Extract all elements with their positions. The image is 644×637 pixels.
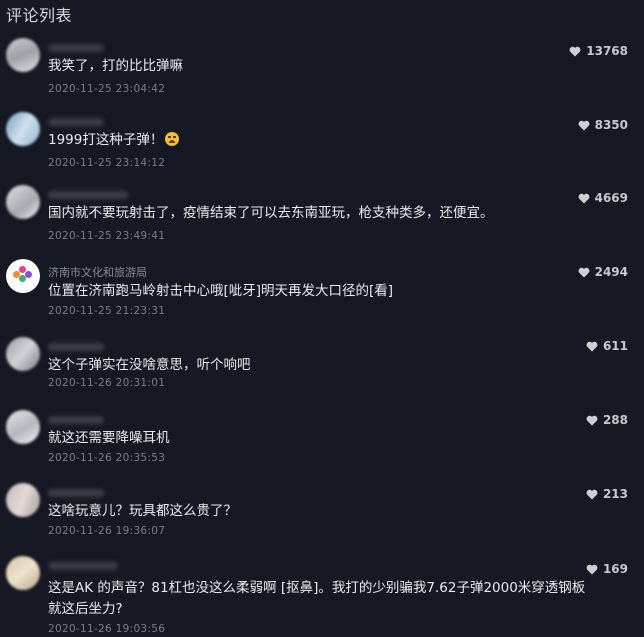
angry-emoji-icon xyxy=(165,132,180,146)
heart-icon xyxy=(569,46,581,56)
comment-item: 这啥玩意儿？玩具都这么贵了？ 2020-11-26 19:36:07 213 xyxy=(0,483,644,557)
comment-time: 2020-11-25 23:14:12 xyxy=(48,157,166,169)
comment-item: 济南市文化和旅游局 位置在济南跑马岭射击中心哦[呲牙]明天再发大口径的[看] 2… xyxy=(0,259,644,333)
comment-username[interactable] xyxy=(48,118,104,126)
comment-time: 2020-11-26 20:31:01 xyxy=(48,377,166,389)
comment-time: 2020-11-26 19:36:07 xyxy=(48,525,166,537)
like-count: 169 xyxy=(602,562,628,576)
comment-item: 这个子弹实在没啥意思，听个响吧 2020-11-26 20:31:01 611 xyxy=(0,337,644,411)
comment-item: 我笑了，打的比比弹嘛 2020-11-25 23:04:42 13768 xyxy=(0,38,644,112)
user-avatar[interactable] xyxy=(6,337,40,371)
like-count: 288 xyxy=(602,413,628,427)
comment-time: 2020-11-25 23:49:41 xyxy=(48,230,166,242)
heart-icon xyxy=(586,341,598,351)
comment-username[interactable]: 济南市文化和旅游局 xyxy=(48,264,147,279)
user-avatar[interactable] xyxy=(6,410,40,444)
comment-item: 就这还需要降噪耳机 2020-11-26 20:35:53 288 xyxy=(0,410,644,484)
like-count: 8350 xyxy=(594,118,628,132)
like-button[interactable]: 169 xyxy=(586,562,628,576)
heart-icon xyxy=(586,564,598,574)
heart-icon xyxy=(586,415,598,425)
comment-text: 位置在济南跑马岭射击中心哦[呲牙]明天再发大口径的[看] xyxy=(48,283,394,299)
like-button[interactable]: 213 xyxy=(586,487,628,501)
user-avatar[interactable] xyxy=(6,185,40,219)
user-avatar[interactable] xyxy=(6,112,40,146)
comment-username[interactable] xyxy=(48,44,104,52)
user-avatar[interactable] xyxy=(6,259,40,293)
comment-time: 2020-11-25 23:04:42 xyxy=(48,83,166,95)
like-count: 611 xyxy=(602,339,628,353)
like-button[interactable]: 13768 xyxy=(569,44,628,58)
user-avatar[interactable] xyxy=(6,483,40,517)
user-avatar[interactable] xyxy=(6,556,40,590)
comment-text: 1999打这种子弹！ xyxy=(48,130,593,151)
comment-text: 国内就不要玩射击了，疫情结束了可以去东南亚玩，枪支种类多，还便宜。 xyxy=(48,205,494,221)
comment-username[interactable] xyxy=(48,191,128,199)
comment-text: 这啥玩意儿？玩具都这么贵了？ xyxy=(48,503,237,519)
like-button[interactable]: 288 xyxy=(586,413,628,427)
like-button[interactable]: 611 xyxy=(586,339,628,353)
like-button[interactable]: 4669 xyxy=(578,191,628,205)
comment-text: 我笑了，打的比比弹嘛 xyxy=(48,58,183,74)
comment-item: 这是AK 的声音？81杠也没这么柔弱啊 [抠鼻]。我打的少别骗我7.62子弹20… xyxy=(0,556,644,637)
like-count: 13768 xyxy=(586,44,628,58)
like-count: 4669 xyxy=(594,191,628,205)
comment-username[interactable] xyxy=(48,343,104,351)
heart-icon xyxy=(578,193,590,203)
comment-time: 2020-11-26 19:03:56 xyxy=(48,623,166,635)
heart-icon xyxy=(578,267,590,277)
like-count: 213 xyxy=(602,487,628,501)
comment-time: 2020-11-25 21:23:31 xyxy=(48,305,166,317)
comment-text: 这是AK 的声音？81杠也没这么柔弱啊 [抠鼻]。我打的少别骗我7.62子弹20… xyxy=(48,580,586,617)
flower-logo-icon xyxy=(12,266,34,282)
comment-text-content: 1999打这种子弹！ xyxy=(48,132,164,148)
comment-username[interactable] xyxy=(48,562,118,570)
like-button[interactable]: 2494 xyxy=(578,265,628,279)
heart-icon xyxy=(578,120,590,130)
heart-icon xyxy=(586,489,598,499)
user-avatar[interactable] xyxy=(6,38,40,72)
comment-item: 1999打这种子弹！ 2020-11-25 23:14:12 8350 xyxy=(0,112,644,186)
comment-text: 就这还需要降噪耳机 xyxy=(48,430,170,446)
like-count: 2494 xyxy=(594,265,628,279)
like-button[interactable]: 8350 xyxy=(578,118,628,132)
comment-list-header: 评论列表 xyxy=(6,6,73,25)
comment-item: 国内就不要玩射击了，疫情结束了可以去东南亚玩，枪支种类多，还便宜。 2020-1… xyxy=(0,185,644,259)
comment-text: 这个子弹实在没啥意思，听个响吧 xyxy=(48,357,251,373)
comment-time: 2020-11-26 20:35:53 xyxy=(48,452,166,464)
comment-username[interactable] xyxy=(48,416,104,424)
comment-username[interactable] xyxy=(48,489,104,497)
